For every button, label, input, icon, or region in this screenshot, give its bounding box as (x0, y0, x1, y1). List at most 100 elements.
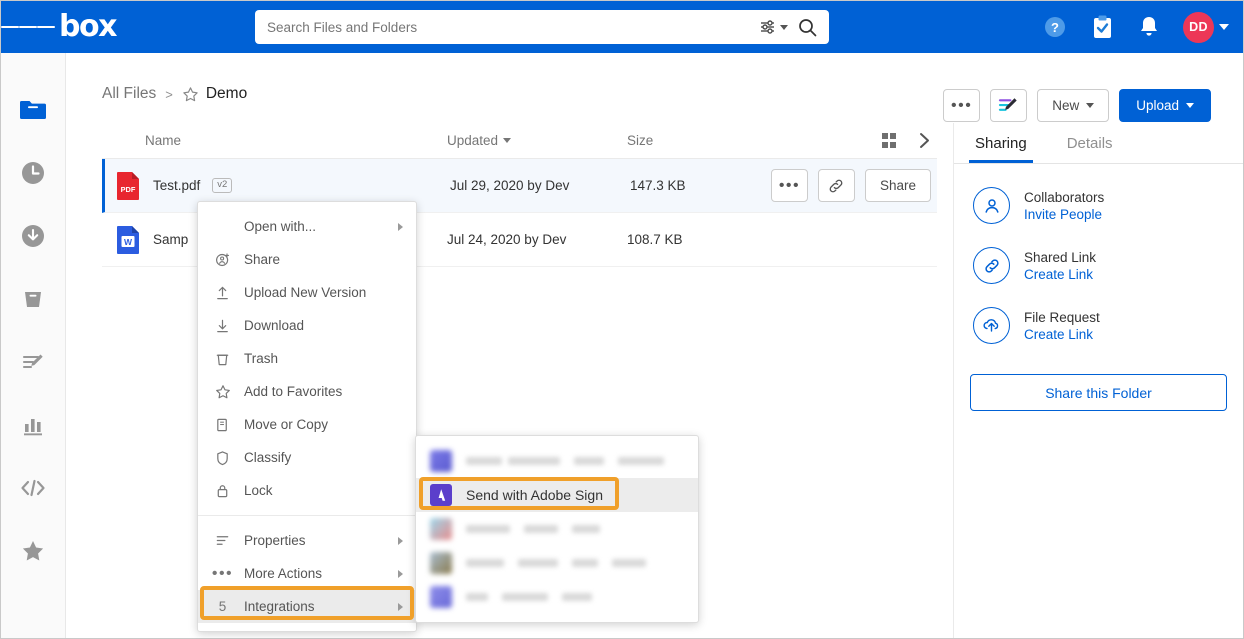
file-size-cell: 147.3 KB (630, 178, 686, 193)
star-outline-icon[interactable] (182, 86, 199, 103)
menu-item-label: Lock (244, 483, 273, 498)
clipboard-check-icon[interactable] (1089, 14, 1115, 40)
row-link-button[interactable] (817, 169, 855, 202)
row-more-button[interactable]: ••• (770, 169, 808, 202)
menu-item-properties[interactable]: Properties (198, 524, 416, 557)
integration-label: Send with Adobe Sign (466, 487, 603, 503)
breadcrumb-all-files[interactable]: All Files (102, 85, 156, 103)
sidebar-item-recents[interactable] (18, 158, 48, 188)
menu-item-download[interactable]: Download (198, 309, 416, 342)
more-options-button[interactable]: ••• (943, 89, 981, 122)
person-circle-icon (973, 187, 1010, 224)
file-name-label[interactable]: Test.pdf (153, 178, 200, 193)
folder-toolbar: ••• New Upload (943, 89, 1211, 122)
copy-icon (214, 417, 231, 433)
create-file-request-link[interactable]: Create Link (1024, 327, 1100, 342)
ellipsis-icon: ••• (778, 176, 801, 194)
view-controls (881, 132, 932, 149)
breadcrumb: All Files > Demo ••• New Upload (102, 73, 1227, 122)
menu-item-move-or-copy[interactable]: Move or Copy (198, 408, 416, 441)
create-shared-link[interactable]: Create Link (1024, 267, 1096, 282)
sidebar-item-trash[interactable] (18, 284, 48, 314)
user-avatar-menu[interactable]: DD (1183, 11, 1229, 43)
search-input[interactable] (255, 19, 760, 35)
menu-item-lock[interactable]: Lock (198, 474, 416, 507)
integration-item[interactable] (416, 444, 698, 478)
ellipsis-icon: ••• (951, 96, 973, 114)
menu-item-label: Upload New Version (244, 285, 367, 300)
row-share-button[interactable]: Share (864, 169, 931, 202)
integration-app-icon (430, 450, 452, 472)
menu-item-label: Add to Favorites (244, 384, 343, 399)
pdf-file-icon: PDF (115, 171, 141, 201)
box-notes-button[interactable] (990, 89, 1028, 122)
properties-lines-icon (214, 533, 231, 548)
file-updated-cell: Jul 24, 2020 by Dev (447, 232, 567, 247)
upload-button-label: Upload (1136, 98, 1179, 113)
integration-item[interactable] (416, 512, 698, 546)
file-size-cell: 108.7 KB (627, 232, 683, 247)
column-header-size[interactable]: Size (627, 133, 777, 148)
menu-item-add-to-favorites[interactable]: Add to Favorites (198, 375, 416, 408)
lock-icon (214, 483, 231, 499)
sidebar-item-notes[interactable] (18, 347, 48, 377)
star-outline-icon (214, 384, 231, 400)
menu-item-more-actions[interactable]: ••• More Actions (198, 557, 416, 590)
row-actions: ••• Share (770, 169, 931, 202)
column-header-name[interactable]: Name (102, 133, 447, 148)
box-app-window: box Search Files and Folders ? DD All Fi… (0, 0, 1244, 639)
menu-item-share[interactable]: Share (198, 243, 416, 276)
bell-icon[interactable] (1136, 14, 1162, 40)
submenu-arrow-icon (398, 569, 403, 578)
menu-item-label: Move or Copy (244, 417, 329, 432)
grid-view-icon[interactable] (881, 133, 896, 148)
box-logo[interactable]: box (59, 12, 117, 42)
left-sidebar (1, 53, 66, 638)
integration-item[interactable] (416, 580, 698, 614)
chevron-down-icon (1186, 103, 1194, 108)
search-submit-icon[interactable] (792, 18, 829, 37)
integration-label-redacted (466, 457, 502, 465)
sidebar-item-synced[interactable] (18, 221, 48, 251)
invite-people-link[interactable]: Invite People (1024, 207, 1104, 222)
column-header-updated[interactable]: Updated (447, 133, 627, 148)
download-arrow-icon (214, 318, 231, 334)
menu-item-trash[interactable]: Trash (198, 342, 416, 375)
menu-item-open-with[interactable]: Open with... (198, 210, 416, 243)
ellipsis-icon: ••• (211, 564, 234, 582)
upload-button[interactable]: Upload (1119, 89, 1211, 122)
tab-sharing[interactable]: Sharing (969, 123, 1033, 163)
sort-chevron-down-icon (503, 138, 512, 143)
link-icon (830, 179, 843, 192)
collaborators-title: Collaborators (1024, 189, 1105, 205)
trash-icon (214, 351, 231, 367)
svg-text:PDF: PDF (121, 185, 136, 194)
sidebar-item-all-files[interactable] (18, 95, 48, 125)
sidebar-item-reports[interactable] (18, 410, 48, 440)
tab-details[interactable]: Details (1067, 123, 1113, 163)
filter-chevron-down-icon (780, 24, 788, 30)
help-circle-icon[interactable]: ? (1042, 14, 1068, 40)
search-filter-icon[interactable] (760, 20, 792, 34)
menu-item-label: Classify (244, 450, 292, 465)
integration-item-adobe-sign[interactable]: Send with Adobe Sign (416, 478, 698, 512)
file-context-menu: Open with... Share Upload New Version Do… (197, 201, 417, 632)
menu-item-integrations[interactable]: 5 Integrations (198, 590, 416, 623)
share-this-folder-button[interactable]: Share this Folder (970, 374, 1227, 411)
menu-item-upload-new-version[interactable]: Upload New Version (198, 276, 416, 309)
word-file-icon: W (115, 225, 141, 255)
integration-item[interactable] (416, 546, 698, 580)
new-button[interactable]: New (1037, 89, 1110, 122)
file-name-label[interactable]: Samp (153, 232, 188, 247)
sidebar-item-dev-console[interactable] (18, 473, 48, 503)
menu-divider (198, 515, 416, 516)
chevron-right-icon[interactable] (918, 132, 931, 149)
menu-item-classify[interactable]: Classify (198, 441, 416, 474)
sidebar-item-favorites[interactable] (18, 536, 48, 566)
upload-cloud-circle-icon (973, 307, 1010, 344)
hamburger-menu-icon[interactable] (1, 23, 55, 32)
avatar-chevron-down-icon (1219, 24, 1229, 30)
panel-tabs: Sharing Details (969, 123, 1227, 163)
adobe-sign-icon (430, 484, 452, 506)
menu-item-label: Share (244, 252, 281, 267)
